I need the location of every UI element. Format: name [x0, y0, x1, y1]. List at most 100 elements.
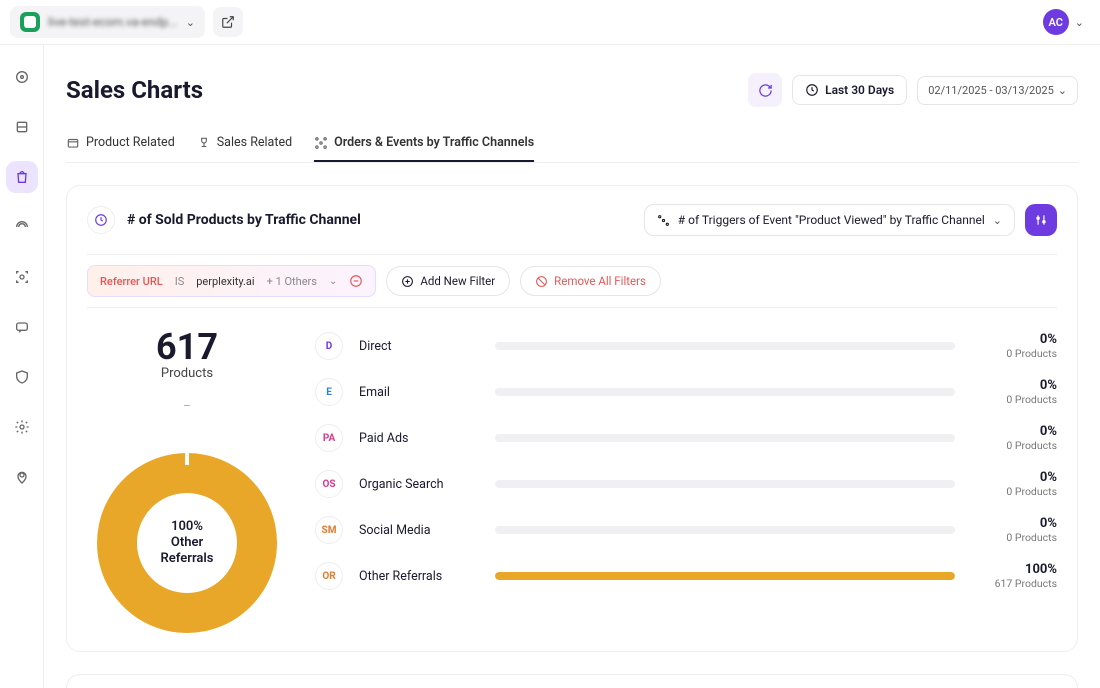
chevron-down-icon: ⌄: [329, 276, 337, 287]
channel-row: E Email 0%0 Products: [315, 378, 1057, 406]
total-value: 617: [87, 326, 287, 368]
panel-sold-products: # of Sold Products by Traffic Channel # …: [66, 185, 1078, 652]
network-icon: [657, 214, 670, 227]
user-menu[interactable]: AC ⌄: [1043, 9, 1084, 35]
wave-icon: [14, 219, 30, 235]
nav-item-8[interactable]: [6, 461, 38, 493]
channel-count: 0 Products: [971, 531, 1057, 544]
add-filter-label: Add New Filter: [420, 274, 495, 288]
nav-item-1[interactable]: [6, 61, 38, 93]
nav-item-5[interactable]: [6, 311, 38, 343]
chevron-down-icon: ⌄: [186, 16, 195, 29]
channel-badge: OR: [315, 562, 343, 590]
channel-pct: 0%: [971, 378, 1057, 393]
channel-name: Social Media: [359, 523, 479, 538]
channel-pct: 0%: [971, 516, 1057, 531]
channel-badge: PA: [315, 424, 343, 452]
channel-name: Direct: [359, 339, 479, 354]
network-icon: [314, 136, 328, 150]
channel-count: 0 Products: [971, 439, 1057, 452]
box-icon: [66, 136, 80, 150]
add-filter-button[interactable]: Add New Filter: [386, 266, 510, 296]
channel-bar: [495, 526, 955, 534]
shield-icon: [14, 369, 30, 385]
nav-item-4[interactable]: [6, 261, 38, 293]
channel-row: OROther Referrals100%617 Products: [315, 562, 1057, 590]
sliders-icon: [1034, 213, 1048, 227]
gear-icon: [14, 419, 30, 435]
channel-name: Email: [359, 385, 479, 400]
tab-label: Orders & Events by Traffic Channels: [334, 135, 534, 150]
total-delta: –: [87, 399, 287, 413]
variant-label: # of Triggers of Event "Product Viewed" …: [678, 213, 985, 227]
remove-filters-label: Remove All Filters: [554, 274, 646, 288]
clock-icon: [805, 83, 819, 97]
minus-circle-icon: [349, 274, 363, 288]
scan-icon: [14, 269, 30, 285]
nav-item-7[interactable]: [6, 411, 38, 443]
channel-name: Paid Ads: [359, 431, 479, 446]
date-range-picker[interactable]: 02/11/2025 - 03/13/2025 ⌄: [917, 76, 1078, 105]
channel-bar: [495, 434, 955, 442]
chevron-down-icon: ⌄: [1075, 16, 1084, 29]
panel-settings-button[interactable]: [1025, 204, 1057, 236]
project-logo-icon: [20, 12, 40, 32]
tab-label: Product Related: [86, 135, 175, 150]
ban-icon: [535, 275, 548, 288]
filter-chip[interactable]: Referrer URL IS perplexity.ai + 1 Others…: [87, 265, 376, 297]
filter-value: perplexity.ai: [196, 275, 254, 288]
channel-pct: 0%: [971, 424, 1057, 439]
channel-badge: D: [315, 332, 343, 360]
total-label: Products: [87, 366, 287, 381]
tab-label: Sales Related: [217, 135, 292, 150]
channel-bar: [495, 572, 955, 580]
channel-badge: E: [315, 378, 343, 406]
channel-count: 0 Products: [971, 347, 1057, 360]
project-switcher[interactable]: live-test-ecom.va-endp... ⌄: [10, 6, 205, 38]
channel-bar: [495, 342, 955, 350]
trophy-icon: [197, 136, 211, 150]
refresh-icon: [758, 83, 773, 98]
channel-count: 0 Products: [971, 485, 1057, 498]
remove-filter-button[interactable]: [349, 274, 363, 288]
chart-variant-select[interactable]: # of Triggers of Event "Product Viewed" …: [644, 204, 1015, 236]
plus-circle-icon: [401, 275, 414, 288]
range-label: Last 30 Days: [825, 83, 894, 97]
date-range-preset[interactable]: Last 30 Days: [792, 75, 907, 105]
nav-item-sales[interactable]: [6, 161, 38, 193]
tab-sales-related[interactable]: Sales Related: [197, 125, 292, 162]
channel-bar: [495, 388, 955, 396]
nav-item-6[interactable]: [6, 361, 38, 393]
channel-row: SM Social Media 0%0 Products: [315, 516, 1057, 544]
project-name: live-test-ecom.va-endp...: [48, 15, 178, 29]
donut-pct: 100%: [171, 519, 203, 535]
channel-badge: SM: [315, 516, 343, 544]
donut-label-1: Other: [171, 535, 203, 551]
channel-bar: [495, 480, 955, 488]
chevron-down-icon: ⌄: [1058, 84, 1067, 97]
filter-op: IS: [175, 275, 185, 288]
nav-item-2[interactable]: [6, 111, 38, 143]
channel-pct: 0%: [971, 470, 1057, 485]
remove-all-filters-button[interactable]: Remove All Filters: [520, 266, 661, 296]
nav-item-3[interactable]: [6, 211, 38, 243]
channel-name: Other Referrals: [359, 569, 479, 584]
filter-key: Referrer URL: [100, 275, 163, 288]
channel-row: DDirect0%0 Products: [315, 332, 1057, 360]
filter-extra: + 1 Others: [267, 275, 317, 288]
channel-row: OS Organic Search 0%0 Products: [315, 470, 1057, 498]
date-range-text: 02/11/2025 - 03/13/2025: [928, 84, 1054, 97]
panel-icon: [87, 206, 115, 234]
user-pin-icon: [14, 469, 30, 485]
panel-number-of-orders: Number of Orders by Traffic Channel Numb…: [66, 674, 1078, 688]
refresh-button[interactable]: [748, 73, 782, 107]
open-external-button[interactable]: [213, 7, 243, 37]
tab-product-related[interactable]: Product Related: [66, 125, 175, 162]
chat-icon: [14, 319, 30, 335]
channel-name: Organic Search: [359, 477, 479, 492]
tab-orders-events[interactable]: Orders & Events by Traffic Channels: [314, 125, 534, 162]
channel-count: 617 Products: [971, 577, 1057, 590]
channel-count: 0 Products: [971, 393, 1057, 406]
clock-icon: [94, 213, 108, 227]
channel-badge: OS: [315, 470, 343, 498]
